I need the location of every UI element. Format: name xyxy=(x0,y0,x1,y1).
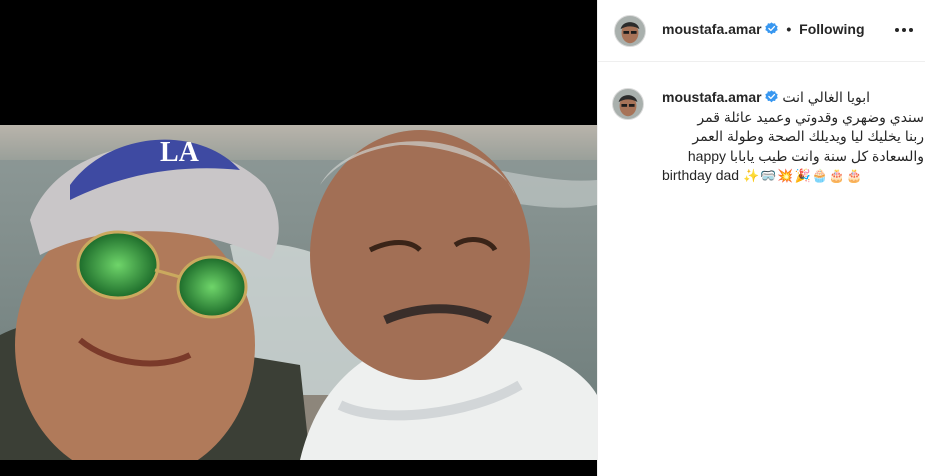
ellipsis-icon[interactable] xyxy=(892,20,916,40)
avatar-image xyxy=(613,89,643,119)
post-media[interactable]: LA xyxy=(0,0,597,476)
caption-line-3: ربنا يخليك ليا ويديلك الصحة وطولة العمر xyxy=(692,128,924,144)
svg-text:LA: LA xyxy=(160,137,200,168)
post-details-panel: moustafa.amar • Following moustafa.amar … xyxy=(597,0,925,476)
caption-avatar[interactable] xyxy=(612,88,644,120)
avatar[interactable] xyxy=(614,15,646,47)
caption-line-4: والسعادة كل سنة وانت طيب يابابا happy xyxy=(687,147,924,164)
following-button[interactable]: Following xyxy=(799,21,864,37)
verified-badge-icon xyxy=(765,90,779,103)
verified-badge-icon xyxy=(765,22,779,35)
separator-dot: • xyxy=(786,21,792,37)
post-header: moustafa.amar • Following xyxy=(598,0,925,62)
caption-username[interactable]: moustafa.amar xyxy=(662,89,762,105)
post-photo: LA xyxy=(0,125,597,460)
caption-line-2: سندي وضهري وقدوتي وعميد عائلة قمر xyxy=(697,108,924,125)
caption-emojis: ✨🥽💥🎉🧁🎂🎂 xyxy=(742,168,864,183)
caption-line-5: birthday dad xyxy=(662,167,740,183)
header-username[interactable]: moustafa.amar xyxy=(662,21,762,37)
caption-text: moustafa.amar ابويا الغالي انت سندي وضهر… xyxy=(662,88,924,186)
avatar-image xyxy=(615,16,645,46)
caption-line-1: ابويا الغالي انت xyxy=(782,89,870,105)
